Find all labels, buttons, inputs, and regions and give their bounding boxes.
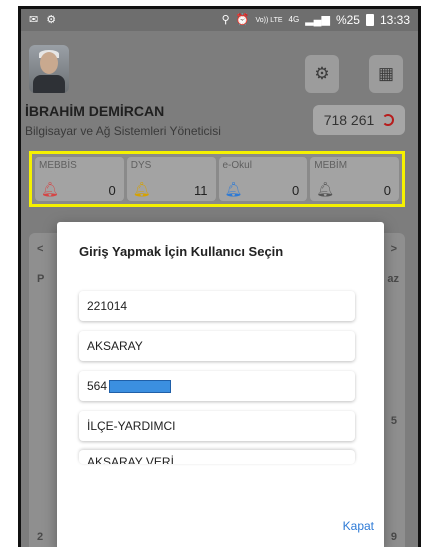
settings-gear-icon: ⚙ — [46, 13, 57, 26]
bell-icon: 🔔︎ — [132, 181, 151, 197]
user-select-dialog: Giriş Yapmak İçin Kullanıcı Seçin 221014… — [57, 222, 384, 547]
screenshot-frame: ✉ ⚙ ⚲ ⏰ Vo)) LTE 4G ▂▄▆ %25 13:33 ⚙ ▦ İB… — [0, 0, 439, 547]
user-option[interactable]: İLÇE-YARDIMCI — [79, 411, 355, 441]
notification-counters: MEBBİS 🔔︎ 0 DYS 🔔︎ 11 e-Okul 🔔︎ 0 MEBİM … — [29, 151, 405, 207]
counter-mebbis[interactable]: MEBBİS 🔔︎ 0 — [35, 157, 124, 201]
background-text: 9 — [390, 531, 397, 543]
counter-value: 0 — [383, 183, 391, 198]
next-arrow[interactable]: > — [391, 243, 397, 255]
loading-ring-icon — [382, 114, 395, 126]
settings-button[interactable]: ⚙ — [305, 55, 339, 93]
previous-arrow[interactable]: < — [37, 243, 43, 255]
counter-dys[interactable]: DYS 🔔︎ 11 — [126, 157, 216, 201]
background-text: 2 — [37, 531, 44, 543]
redaction-mask — [109, 379, 172, 393]
user-name: İBRAHİM DEMİRCAN — [25, 103, 165, 119]
counter-mebim[interactable]: MEBİM 🔔︎ 0 — [310, 157, 399, 201]
status-bar: ✉ ⚙ ⚲ ⏰ Vo)) LTE 4G ▂▄▆ %25 13:33 — [21, 9, 418, 31]
mail-icon: ✉ — [29, 13, 39, 26]
counter-label: e-Okul — [222, 160, 252, 171]
user-title: Bilgisayar ve Ağ Sistemleri Yöneticisi — [25, 124, 221, 138]
signal-icon: ▂▄▆ — [305, 13, 330, 26]
counter-value: 0 — [108, 183, 116, 198]
alarm-icon: ⏰ — [235, 13, 250, 26]
clock: 13:33 — [379, 13, 410, 27]
bell-icon: 🔔︎ — [224, 181, 243, 197]
background-text: az — [387, 273, 399, 285]
avatar[interactable] — [29, 45, 69, 93]
battery-percent: %25 — [335, 13, 360, 27]
user-option[interactable]: AKSARAY VERİ — [79, 450, 355, 464]
dialog-title: Giriş Yapmak İçin Kullanıcı Seçin — [79, 244, 284, 259]
bell-icon: 🔔︎ — [41, 181, 59, 197]
phone-screen: ✉ ⚙ ⚲ ⏰ Vo)) LTE 4G ▂▄▆ %25 13:33 ⚙ ▦ İB… — [18, 6, 421, 547]
user-option[interactable]: AKSARAY — [79, 331, 355, 361]
counter-label: MEBİM — [314, 160, 348, 171]
user-option[interactable]: 221014 — [79, 291, 355, 321]
4g-icon: 4G — [288, 15, 300, 24]
counter-value: 0 — [292, 183, 300, 198]
volte-icon: Vo)) LTE — [255, 16, 283, 24]
counter-e-okul[interactable]: e-Okul 🔔︎ 0 — [218, 157, 308, 201]
counter-label: MEBBİS — [39, 160, 77, 171]
qr-code-button[interactable]: ▦ — [369, 55, 403, 93]
user-option[interactable]: 564 — [79, 371, 355, 401]
close-button[interactable]: Kapat — [343, 519, 374, 533]
battery-icon — [365, 14, 374, 26]
settings-gear-icon: ⚙ — [314, 64, 330, 83]
counter-label: DYS — [130, 160, 152, 171]
score-badge[interactable]: 718 261 — [313, 105, 405, 135]
background-text: 5 — [390, 415, 397, 427]
background-text: P — [37, 273, 45, 285]
bell-icon: 🔔︎ — [316, 181, 335, 197]
qr-code-icon: ▦ — [377, 64, 395, 83]
score-value: 718 261 — [323, 112, 375, 128]
location-icon: ⚲ — [221, 13, 230, 26]
counter-value: 11 — [194, 183, 208, 198]
